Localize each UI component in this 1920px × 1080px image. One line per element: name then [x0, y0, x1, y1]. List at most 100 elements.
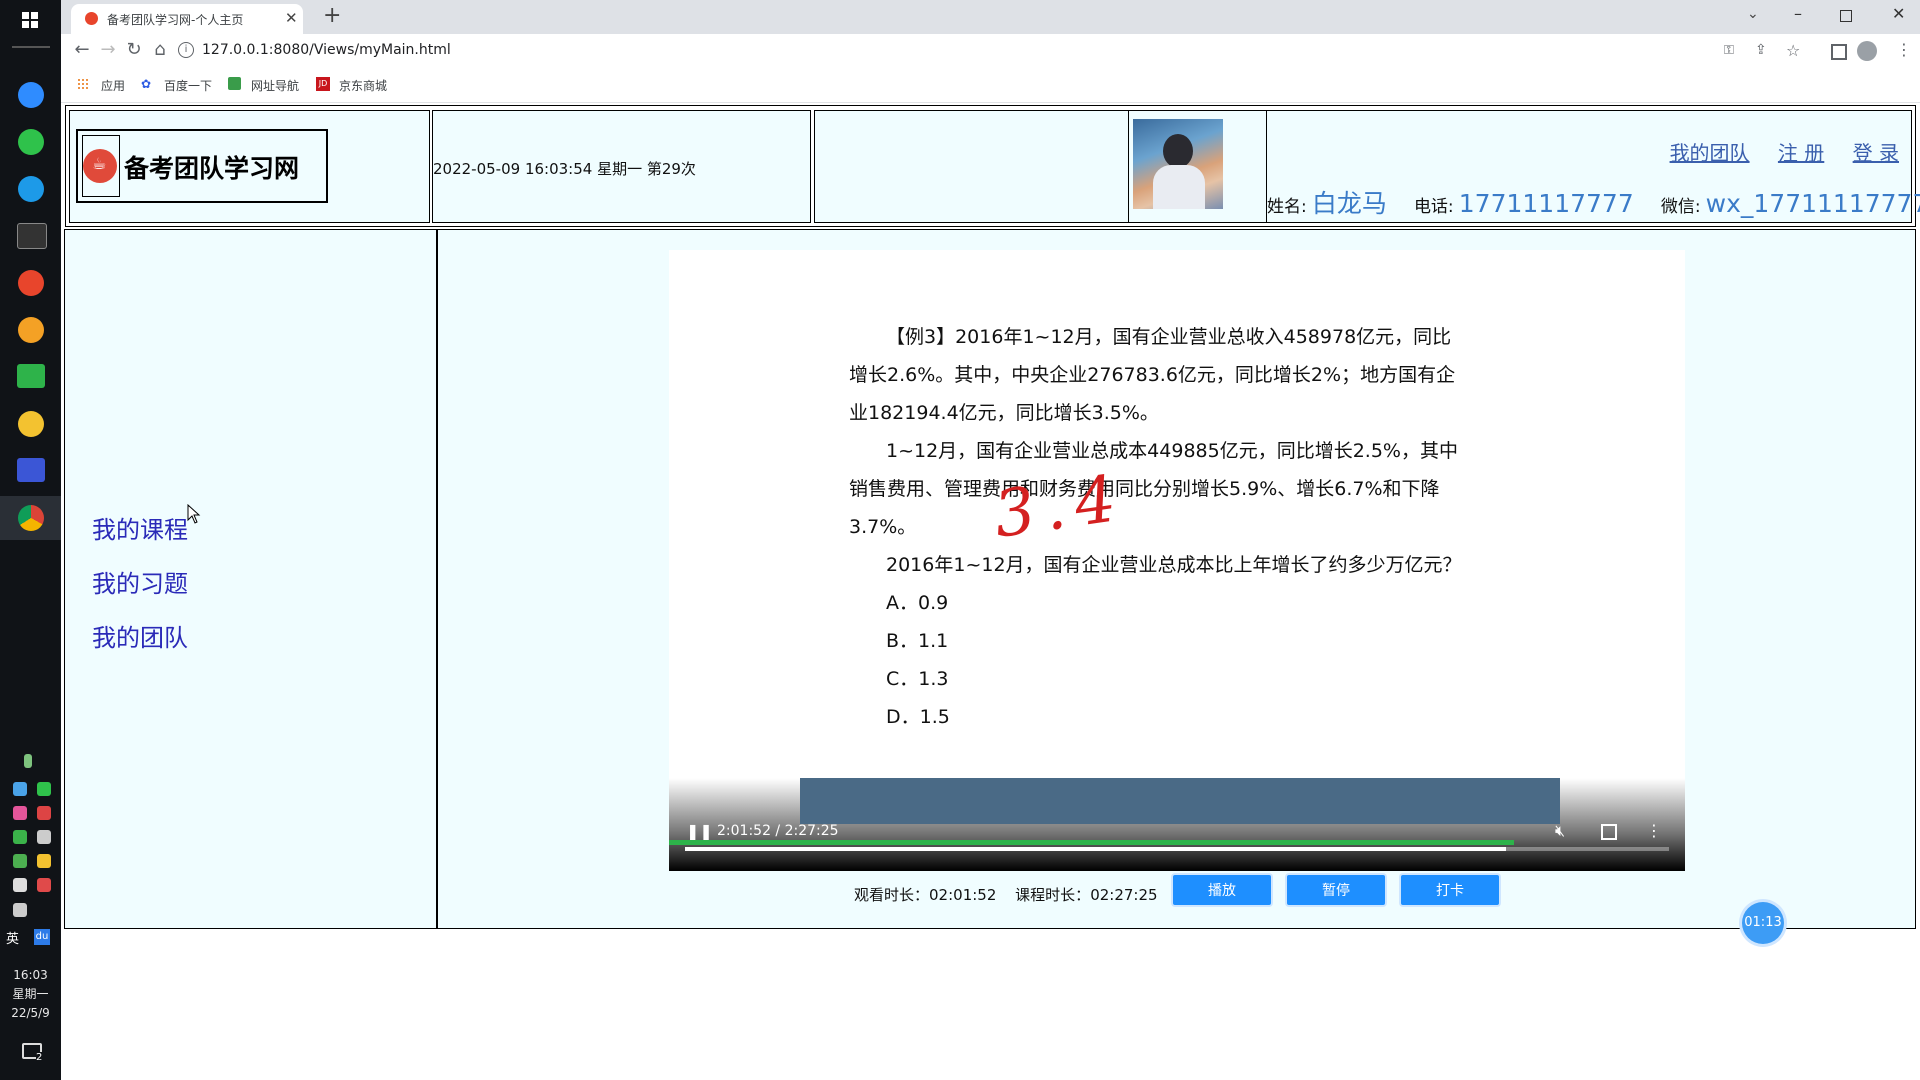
nav-register-link[interactable]: 注 册: [1778, 141, 1824, 165]
tab-close-icon[interactable]: ✕: [285, 9, 298, 27]
pause-icon[interactable]: ❚❚: [686, 822, 713, 841]
datetime-cell: 2022-05-09 16:03:54 星期一 第29次: [432, 110, 811, 223]
video-question-text: 【例3】2016年1~12月，国有企业营业总收入458978亿元，同比 增长2.…: [849, 318, 1509, 736]
tray-red-icon[interactable]: [37, 878, 51, 892]
windows-start-icon[interactable]: [22, 12, 38, 28]
tab-favicon: [85, 12, 98, 25]
hbuilder-icon[interactable]: [17, 364, 45, 388]
mouse-cursor: [187, 503, 201, 528]
video-progress-track[interactable]: [685, 847, 1669, 851]
intellij-icon[interactable]: [17, 458, 45, 482]
name-value: 白龙马: [1311, 189, 1387, 218]
nav-my-team-link[interactable]: 我的团队: [1670, 141, 1750, 165]
reload-icon[interactable]: ↻: [123, 40, 145, 60]
jd-icon: JD: [316, 77, 330, 91]
tray-plus-icon[interactable]: [37, 854, 51, 868]
java-logo-icon: ☕: [83, 149, 117, 183]
sidebar-item-my-exercises[interactable]: 我的习题: [92, 564, 188, 599]
question-line: 1~12月，国有企业营业总成本449885亿元，同比增长2.5%，其中: [886, 440, 1458, 462]
option-line: C．1.3: [886, 668, 949, 690]
nav-login-link[interactable]: 登 录: [1853, 141, 1899, 165]
terminal-icon[interactable]: [17, 223, 47, 249]
site-title: 备考团队学习网: [124, 154, 300, 183]
close-window-button[interactable]: ✕: [1892, 4, 1905, 23]
tray-shield-icon[interactable]: [13, 830, 27, 844]
option-line: B．1.1: [886, 630, 949, 652]
video-green-line: [669, 840, 1514, 845]
tray-usb-icon[interactable]: [37, 830, 51, 844]
key-icon[interactable]: ⚿: [1724, 43, 1734, 58]
option-line: D．1.5: [886, 706, 950, 728]
browser-tab[interactable]: 备考团队学习网-个人主页 ✕: [71, 4, 303, 34]
bookmark-nav[interactable]: 网址导航: [251, 77, 299, 94]
home-icon[interactable]: ⌂: [149, 40, 171, 60]
clock-weekday[interactable]: 星期一: [0, 985, 61, 1004]
sogou-browser-icon[interactable]: [18, 82, 44, 108]
tray-wechat-icon[interactable]: [37, 782, 51, 796]
bookmark-star-icon[interactable]: ☆: [1786, 41, 1800, 60]
watch-duration-value: 02:01:52: [929, 886, 997, 904]
browser-toolbar: ← → ↻ ⌂ i 127.0.0.1:8080/Views/myMain.ht…: [61, 34, 1920, 70]
wechat-icon[interactable]: [18, 129, 44, 155]
video-menu-icon[interactable]: ⋮: [1646, 821, 1662, 840]
logo-cell: ☕ 备考团队学习网: [69, 110, 430, 223]
chrome-icon[interactable]: [18, 505, 44, 531]
volume-icon[interactable]: [13, 878, 27, 892]
notification-count: 2: [36, 1052, 43, 1063]
fullscreen-icon[interactable]: [1601, 824, 1617, 840]
sidebar-item-my-courses[interactable]: 我的课程: [92, 510, 188, 545]
back-icon[interactable]: ←: [71, 40, 93, 60]
video-player[interactable]: 【例3】2016年1~12月，国有企业营业总收入458978亿元，同比 增长2.…: [669, 250, 1685, 871]
new-tab-button[interactable]: +: [323, 3, 341, 28]
snail-app-icon[interactable]: [18, 270, 44, 296]
forward-icon[interactable]: →: [97, 40, 119, 60]
avatar: [1133, 119, 1223, 209]
user-info-cell: 我的团队 注 册 登 录 姓名: 白龙马 电话: 17711117777 微信:…: [1266, 110, 1920, 223]
battery-icon[interactable]: [24, 754, 32, 768]
tray-flower-icon[interactable]: [13, 806, 27, 820]
baidu-ime-icon[interactable]: du: [34, 929, 50, 945]
play-button[interactable]: 播放: [1173, 875, 1271, 905]
video-time-display: 2:01:52 / 2:27:25: [717, 823, 839, 839]
colorful-app-icon[interactable]: [18, 317, 44, 343]
checkin-button[interactable]: 打卡: [1401, 875, 1499, 905]
browser-tab-strip: 备考团队学习网-个人主页 ✕ + ⌄ – ✕: [61, 0, 1920, 34]
site-info-icon[interactable]: i: [178, 42, 194, 58]
video-banner: [800, 778, 1560, 824]
user-contact-row: 姓名: 白龙马 电话: 17711117777 微信: wx_177111177…: [1267, 184, 1920, 220]
apps-grid-icon[interactable]: [77, 78, 89, 90]
tray-security-icon[interactable]: [13, 854, 27, 868]
course-duration-value: 02:27:25: [1090, 886, 1158, 904]
bookmark-apps[interactable]: 应用: [101, 77, 125, 94]
ie-icon[interactable]: [18, 176, 44, 202]
url-text[interactable]: 127.0.0.1:8080/Views/myMain.html: [202, 42, 451, 58]
logo-box: ☕ 备考团队学习网: [76, 129, 328, 203]
mute-icon[interactable]: 🔇︎: [1555, 821, 1565, 841]
clock-date[interactable]: 22/5/9: [0, 1004, 61, 1023]
bookmark-jd[interactable]: 京东商城: [339, 77, 387, 94]
side-panel-icon[interactable]: [1831, 44, 1847, 60]
tray-app-icon[interactable]: [13, 782, 27, 796]
restore-button[interactable]: [1840, 10, 1852, 22]
datetime-text: 2022-05-09 16:03:54 星期一 第29次: [433, 160, 696, 178]
sidebar-item-my-team[interactable]: 我的团队: [92, 618, 188, 653]
question-line: 业182194.4亿元，同比增长3.5%。: [849, 402, 1159, 424]
baidu-paw-icon: ✿: [141, 77, 152, 91]
profile-avatar-icon[interactable]: [1857, 41, 1877, 61]
tray-qq-icon[interactable]: [37, 806, 51, 820]
wifi-icon[interactable]: [13, 903, 27, 917]
windows-taskbar: 英 du 16:03 星期一 22/5/9 2: [0, 0, 61, 1080]
share-icon[interactable]: ⇪: [1755, 42, 1767, 58]
pause-button[interactable]: 暂停: [1287, 875, 1385, 905]
url-bar[interactable]: i 127.0.0.1:8080/Views/myMain.html: [172, 36, 1552, 66]
minimize-button[interactable]: –: [1794, 4, 1802, 23]
menu-kebab-icon[interactable]: ⋮: [1896, 40, 1912, 59]
bookmark-baidu[interactable]: 百度一下: [164, 77, 212, 94]
ime-indicator[interactable]: 英: [6, 928, 19, 947]
option-line: A．0.9: [886, 592, 949, 614]
yellow-app-icon[interactable]: [18, 411, 44, 437]
tab-search-icon[interactable]: ⌄: [1747, 6, 1759, 22]
clock-time[interactable]: 16:03: [0, 966, 61, 985]
question-line: 增长2.6%。其中，中央企业276783.6亿元，同比增长2%；地方国有企: [849, 364, 1456, 386]
floating-timer[interactable]: 01:13: [1742, 902, 1784, 944]
